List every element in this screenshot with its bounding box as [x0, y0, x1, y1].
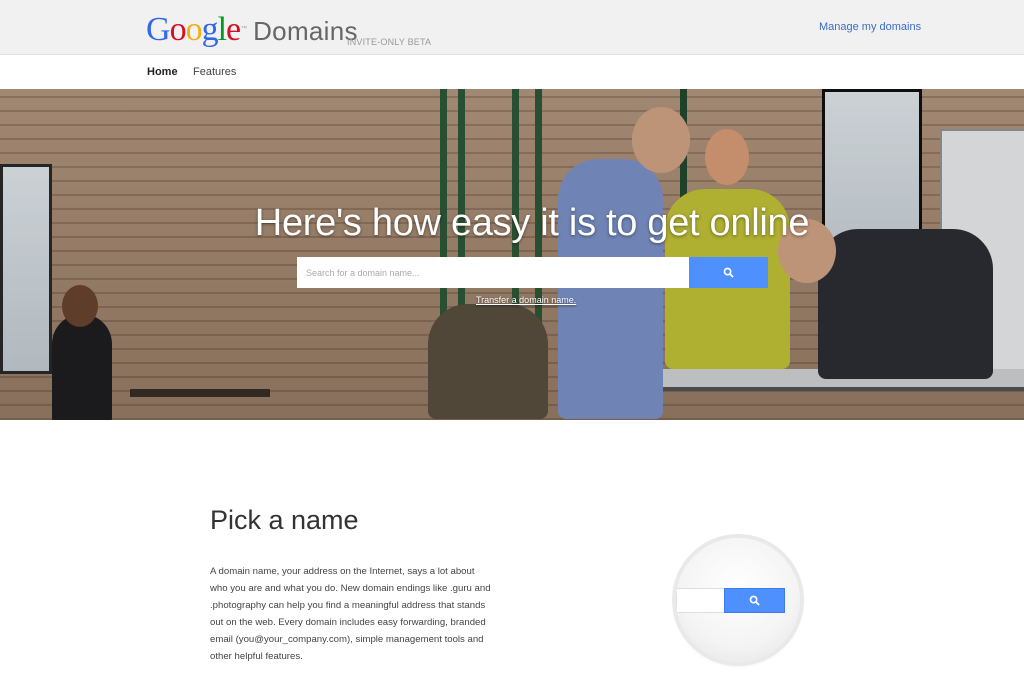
search-icon — [749, 595, 760, 606]
illustration-search-field — [676, 588, 726, 613]
hero-title: Here's how easy it is to get online — [254, 202, 810, 244]
transfer-domain-link[interactable]: Transfer a domain name. — [476, 295, 576, 305]
manage-domains-link[interactable]: Manage my domains — [819, 21, 921, 33]
hero-banner: Here's how easy it is to get online Tran… — [0, 89, 1024, 420]
google-logo-letter: g — [201, 11, 219, 48]
trademark-mark: ™ — [241, 26, 248, 32]
google-logo-letter: G — [146, 11, 171, 48]
pick-a-name-description: A domain name, your address on the Inter… — [210, 566, 491, 662]
google-logo-text: Google — [146, 11, 241, 48]
google-logo-letter: e — [226, 11, 241, 48]
beta-badge: INVITE-ONLY BETA — [347, 37, 432, 47]
search-icon — [723, 267, 734, 278]
google-domains-logo[interactable]: Google ™ Domains — [146, 12, 358, 48]
nav-item-features[interactable]: Features — [193, 66, 236, 78]
google-logo-letter: o — [185, 11, 203, 48]
domains-logo-text: Domains — [253, 16, 358, 46]
illustration-search-button — [724, 588, 785, 613]
top-header: Google ™ Domains INVITE-ONLY BETA Manage… — [0, 0, 1024, 55]
domain-search-button[interactable] — [689, 257, 768, 288]
domain-search-input[interactable] — [297, 257, 689, 288]
main-nav: Home Features — [0, 55, 1024, 89]
hero-overlay — [0, 89, 1024, 420]
search-illustration — [676, 538, 800, 662]
nav-item-home[interactable]: Home — [147, 66, 178, 78]
pick-a-name-heading: Pick a name — [210, 505, 359, 535]
google-logo-letter: o — [169, 11, 187, 48]
google-logo-letter: l — [217, 11, 228, 48]
